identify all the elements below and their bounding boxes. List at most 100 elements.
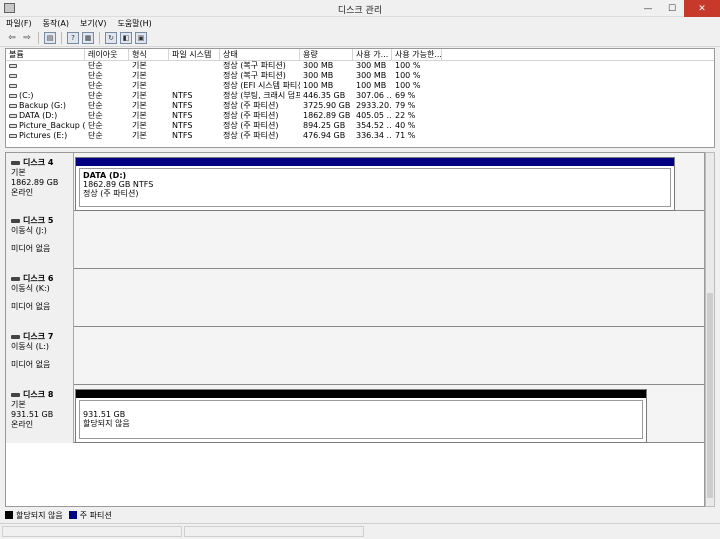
- maximize-button[interactable]: ☐: [660, 0, 684, 17]
- rescan-icon[interactable]: ◧: [120, 32, 132, 44]
- menu-file[interactable]: 파일(F): [6, 18, 32, 29]
- disk-icon: [11, 161, 20, 165]
- minimize-button[interactable]: —: [636, 0, 660, 17]
- column-header-file-system[interactable]: 파일 시스템: [169, 49, 220, 60]
- disk-type: 이동식 (L:): [11, 342, 50, 351]
- disk-label[interactable]: 디스크 6 이동식 (K:) 미디어 없음: [6, 269, 74, 327]
- column-header-layout[interactable]: 레이아웃: [85, 49, 129, 60]
- volume-layout: 단순: [88, 71, 103, 80]
- volume-type: 기본: [132, 61, 147, 70]
- disk-state: 미디어 없음: [11, 244, 51, 253]
- disk-label[interactable]: 디스크 5 이동식 (J:) 미디어 없음: [6, 211, 74, 269]
- volume-name: Backup (G:): [19, 101, 67, 110]
- refresh-icon[interactable]: ↻: [105, 32, 117, 44]
- column-header-capacity[interactable]: 용량: [300, 49, 353, 60]
- partition-unallocated[interactable]: 931.51 GB 할당되지 않음: [75, 389, 647, 443]
- volume-layout: 단순: [88, 111, 103, 120]
- menu-action[interactable]: 동작(A): [43, 18, 69, 29]
- disk-row-7: 디스크 7 이동식 (L:) 미디어 없음: [6, 327, 704, 385]
- volume-percent-free: 69 %: [395, 91, 416, 100]
- disk-label[interactable]: 디스크 7 이동식 (L:) 미디어 없음: [6, 327, 74, 385]
- toolbar-separator: [61, 32, 62, 44]
- legend: 할당되지 않음 주 파티션: [5, 509, 715, 521]
- volume-file-system: NTFS: [172, 101, 193, 110]
- disk-name: 디스크 4: [23, 158, 54, 167]
- volume-capacity: 300 MB: [303, 71, 334, 80]
- volume-list[interactable]: 볼륨 레이아웃 형식 파일 시스템 상태 용량 사용 가... 사용 가능한..…: [5, 48, 715, 148]
- column-header-volume[interactable]: 볼륨: [6, 49, 85, 60]
- volume-type: 기본: [132, 101, 147, 110]
- volume-capacity: 446.35 GB: [303, 91, 346, 100]
- disk-size: 1862.89 GB: [11, 178, 59, 187]
- partition-color-bar: [76, 390, 646, 398]
- volume-row[interactable]: Picture_Backup (F:) 단순 기본 NTFS 정상 (주 파티션…: [6, 121, 714, 131]
- volume-free-space: 405.05 ...: [356, 111, 392, 120]
- volume-layout: 단순: [88, 131, 103, 140]
- menu-help[interactable]: 도움말(H): [117, 18, 151, 29]
- close-button[interactable]: ✕: [684, 0, 720, 17]
- disk-state: 미디어 없음: [11, 302, 51, 311]
- volume-row[interactable]: Pictures (E:) 단순 기본 NTFS 정상 (주 파티션) 476.…: [6, 131, 714, 141]
- show-disk-icon[interactable]: ▣: [135, 32, 147, 44]
- disk-icon: [11, 335, 20, 339]
- volume-type: 기본: [132, 71, 147, 80]
- volume-capacity: 476.94 GB: [303, 131, 346, 140]
- volume-layout: 단순: [88, 101, 103, 110]
- disk-pane-scrollbar[interactable]: [705, 152, 715, 507]
- column-header-status[interactable]: 상태: [220, 49, 300, 60]
- volume-status: 정상 (주 파티션): [223, 121, 279, 130]
- column-header-type[interactable]: 형식: [129, 49, 169, 60]
- volume-file-system: [169, 61, 220, 71]
- volume-capacity: 300 MB: [303, 61, 334, 70]
- disk-graphical-view[interactable]: 디스크 4 기본 1862.89 GB 온라인 DATA (D:) 1862.8…: [5, 152, 705, 507]
- drive-icon: [9, 64, 17, 68]
- partition-status: 할당되지 않음: [83, 419, 130, 428]
- volume-row[interactable]: 단순 기본 정상 (복구 파티션) 300 MB 300 MB 100 %: [6, 61, 714, 71]
- volume-free-space: 354.52 ...: [356, 121, 392, 130]
- column-header-free-space[interactable]: 사용 가...: [353, 49, 392, 60]
- volume-row[interactable]: DATA (D:) 단순 기본 NTFS 정상 (주 파티션) 1862.89 …: [6, 111, 714, 121]
- volume-percent-free: 40 %: [395, 121, 416, 130]
- legend-label-primary: 주 파티션: [79, 510, 112, 520]
- forward-arrow-icon[interactable]: ⇨: [21, 32, 33, 44]
- disk-label[interactable]: 디스크 8 기본 931.51 GB 온라인: [6, 385, 74, 443]
- toolbar-separator: [99, 32, 100, 44]
- volume-row[interactable]: (C:) 단순 기본 NTFS 정상 (부팅, 크래시 덤프... 446.35…: [6, 91, 714, 101]
- column-header-percent-free[interactable]: 사용 가능한...: [392, 49, 442, 60]
- help-icon[interactable]: ?: [67, 32, 79, 44]
- back-arrow-icon[interactable]: ⇦: [6, 32, 18, 44]
- volume-row[interactable]: 단순 기본 정상 (EFI 시스템 파티션) 100 MB 100 MB 100…: [6, 81, 714, 91]
- volume-file-system: NTFS: [172, 111, 193, 120]
- volume-status: 정상 (주 파티션): [223, 101, 279, 110]
- status-cell: [2, 526, 182, 537]
- volume-layout: 단순: [88, 61, 103, 70]
- menu-view[interactable]: 보기(V): [80, 18, 106, 29]
- volume-percent-free: 22 %: [395, 111, 416, 120]
- scrollbar-thumb[interactable]: [707, 293, 713, 498]
- volume-row[interactable]: Backup (G:) 단순 기본 NTFS 정상 (주 파티션) 3725.9…: [6, 101, 714, 111]
- volume-name: (C:): [19, 91, 34, 100]
- drive-icon: [9, 104, 17, 108]
- properties-icon[interactable]: ▦: [82, 32, 94, 44]
- partition-size: 931.51 GB: [83, 410, 126, 419]
- volume-layout: 단순: [88, 91, 103, 100]
- window-controls: — ☐ ✕: [636, 0, 720, 17]
- volume-type: 기본: [132, 111, 147, 120]
- partition-details: DATA (D:) 1862.89 GB NTFS 정상 (주 파티션): [79, 168, 671, 207]
- console-tree-icon[interactable]: ▤: [44, 32, 56, 44]
- volume-status: 정상 (복구 파티션): [223, 71, 286, 80]
- volume-status: 정상 (부팅, 크래시 덤프...: [223, 91, 300, 100]
- volume-name: Picture_Backup (F:): [19, 121, 85, 130]
- partition-data-d[interactable]: DATA (D:) 1862.89 GB NTFS 정상 (주 파티션): [75, 157, 675, 211]
- legend-label-unallocated: 할당되지 않음: [16, 510, 63, 520]
- partition-color-bar: [76, 158, 674, 166]
- volume-layout: 단순: [88, 81, 103, 90]
- volume-row[interactable]: 단순 기본 정상 (복구 파티션) 300 MB 300 MB 100 %: [6, 71, 714, 81]
- volume-layout: 단순: [88, 121, 103, 130]
- status-cell: [184, 526, 364, 537]
- disk-label[interactable]: 디스크 4 기본 1862.89 GB 온라인: [6, 153, 74, 211]
- menu-bar: 파일(F) 동작(A) 보기(V) 도움말(H): [0, 17, 720, 30]
- volume-type: 기본: [132, 81, 147, 90]
- volume-percent-free: 100 %: [395, 71, 421, 80]
- disk-name: 디스크 8: [23, 390, 54, 399]
